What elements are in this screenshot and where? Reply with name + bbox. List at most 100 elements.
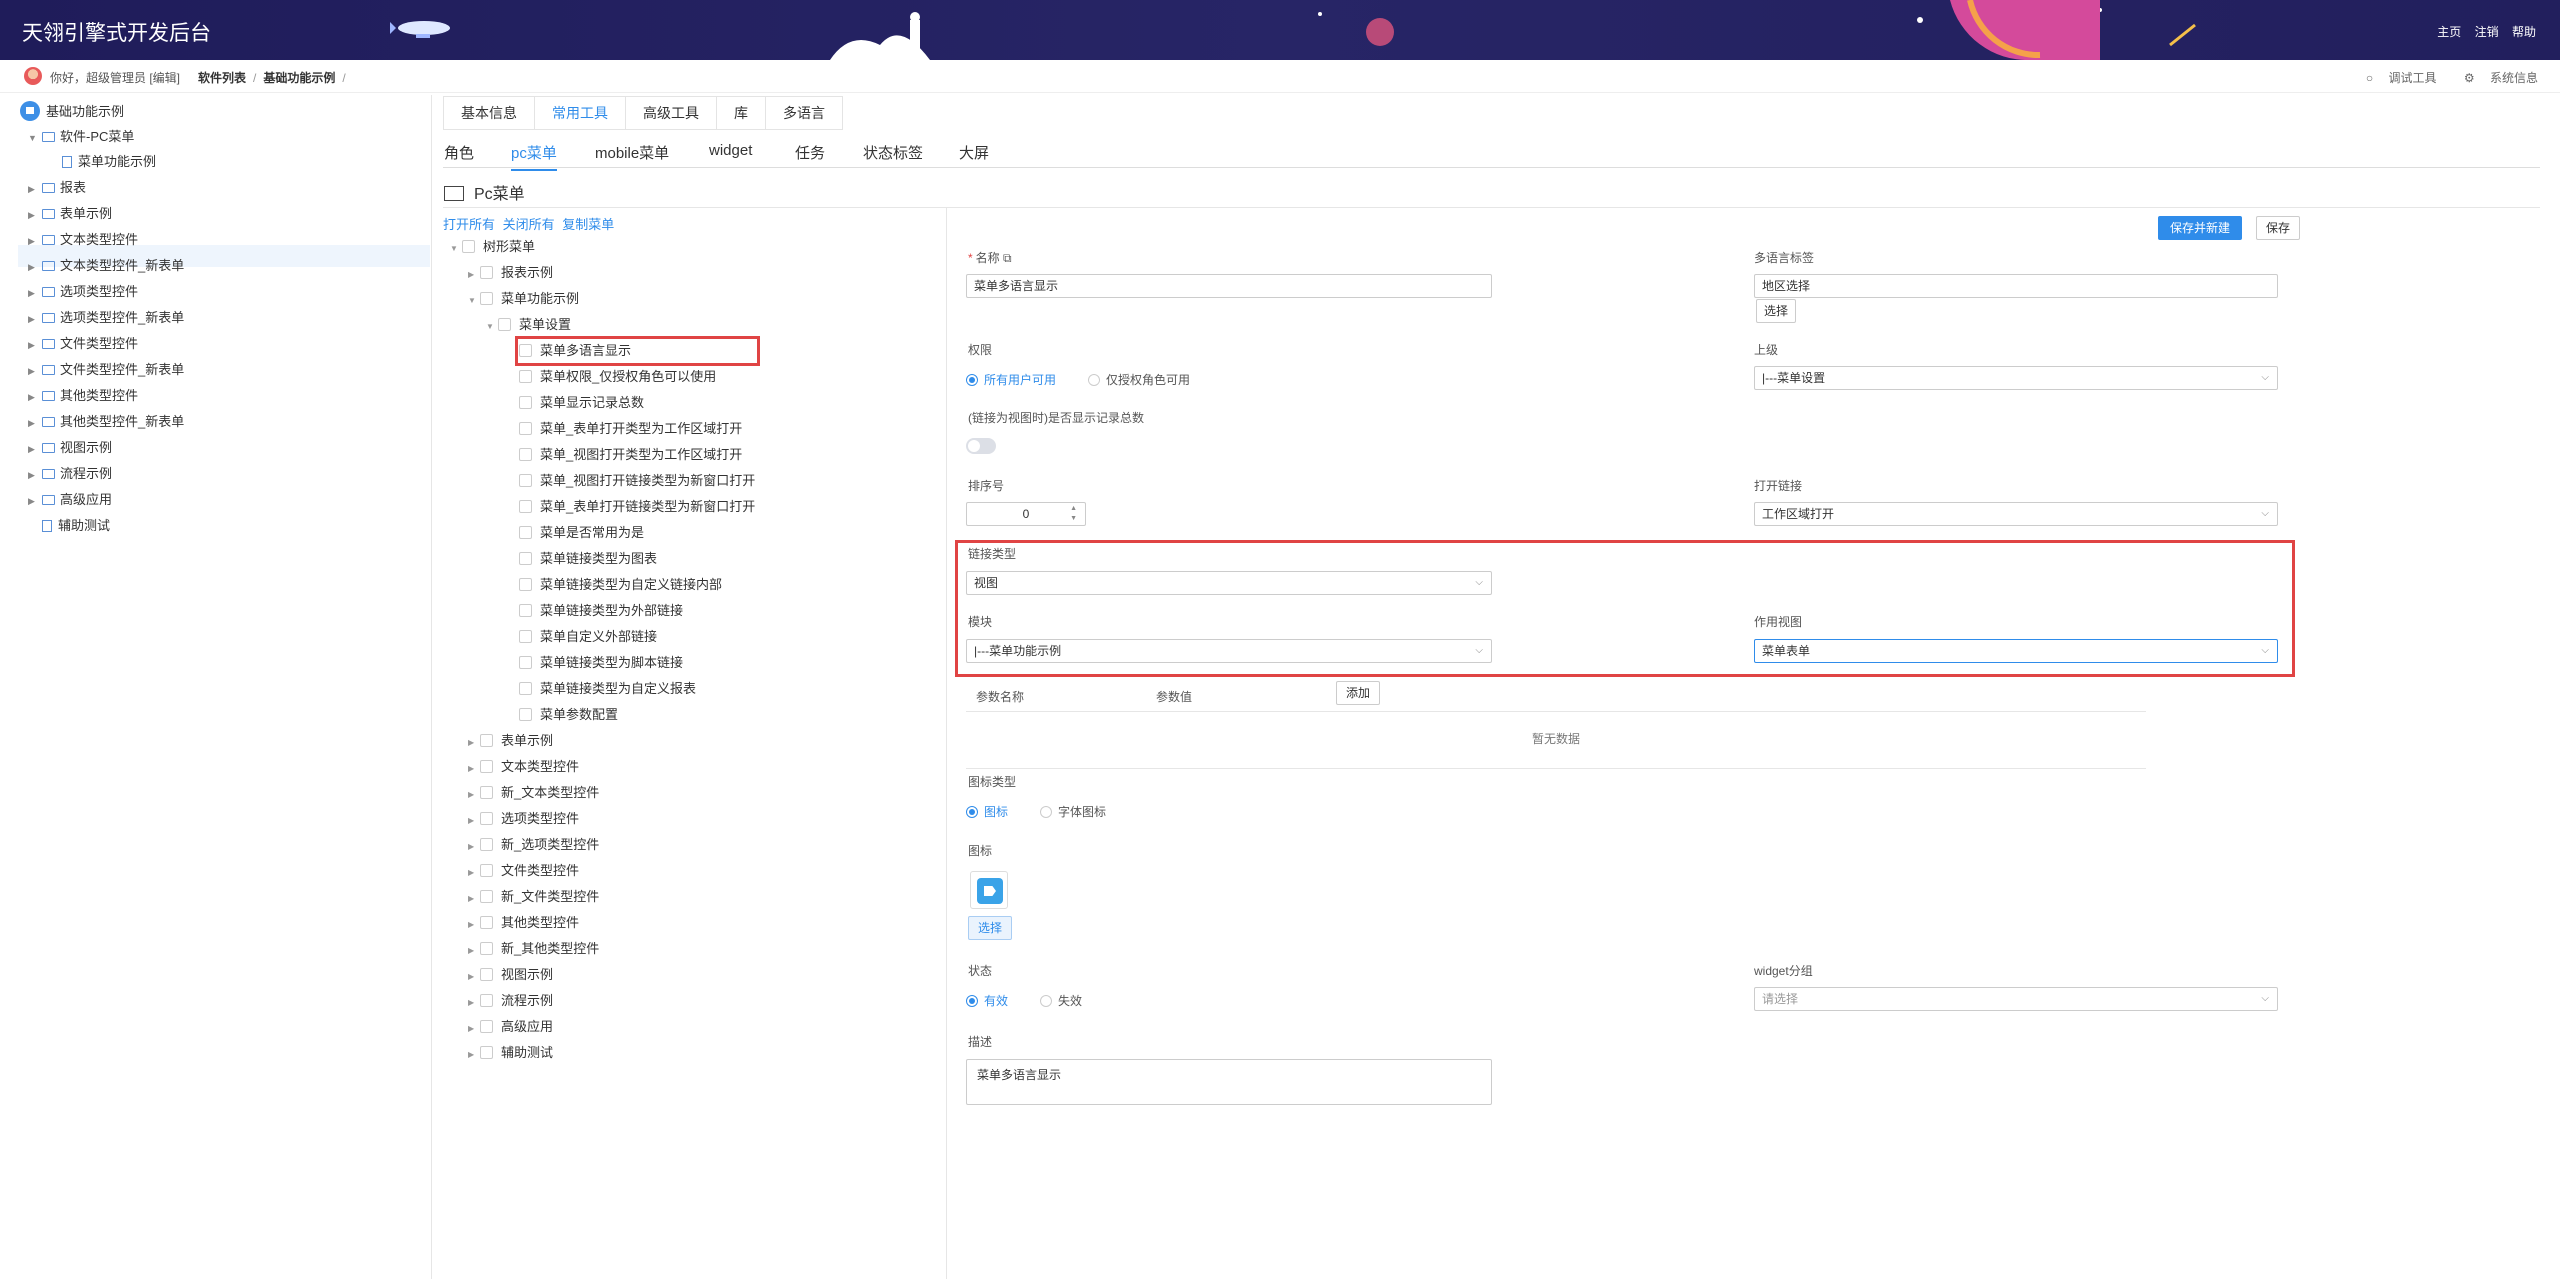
checkbox[interactable] — [498, 318, 511, 331]
tree-item[interactable]: ▶ 其他类型控件 — [28, 385, 138, 407]
checkbox[interactable] — [462, 240, 475, 253]
chevron-right-icon[interactable]: ▶ — [28, 412, 42, 434]
menu-tree-item[interactable]: ▶ 视图示例 — [468, 965, 553, 985]
save-and-new-button[interactable]: 保存并新建 — [2158, 216, 2242, 240]
icon-type-image-radio[interactable]: 图标 — [966, 803, 1008, 820]
checkbox[interactable] — [519, 396, 532, 409]
collapse-all-link[interactable]: 关闭所有 — [503, 217, 555, 232]
chevron-right-icon[interactable]: ▶ — [468, 265, 480, 285]
checkbox[interactable] — [480, 994, 493, 1007]
chevron-right-icon[interactable]: ▶ — [28, 256, 42, 278]
i18n-select-button[interactable]: 选择 — [1756, 299, 1796, 323]
chevron-right-icon[interactable]: ▶ — [468, 889, 480, 909]
chevron-right-icon[interactable]: ▶ — [468, 759, 480, 779]
chevron-right-icon[interactable]: ▶ — [468, 1045, 480, 1065]
checkbox[interactable] — [480, 1046, 493, 1059]
menu-tree-item[interactable]: 菜单_表单打开链接类型为新窗口打开 — [519, 497, 755, 517]
chevron-right-icon[interactable]: ▶ — [468, 993, 480, 1013]
menu-tree-item[interactable]: ▶ 其他类型控件 — [468, 913, 579, 933]
chevron-right-icon[interactable]: ▶ — [28, 282, 42, 304]
name-input[interactable]: 菜单多语言显示 — [966, 274, 1492, 298]
menu-tree-item[interactable]: 菜单链接类型为图表 — [519, 549, 657, 569]
checkbox[interactable] — [480, 916, 493, 929]
tree-item[interactable]: ▶ 文件类型控件_新表单 — [28, 359, 184, 381]
widget-group-select[interactable]: 请选择 ⌵ — [1754, 987, 2278, 1011]
tab-task[interactable]: 任务 — [795, 142, 825, 163]
chevron-right-icon[interactable]: ▶ — [28, 178, 42, 200]
open-link-select[interactable]: 工作区域打开 ⌵ — [1754, 502, 2278, 526]
checkbox[interactable] — [480, 266, 493, 279]
checkbox[interactable] — [480, 890, 493, 903]
perm-all-users-radio[interactable]: 所有用户可用 — [966, 371, 1056, 388]
checkbox[interactable] — [519, 708, 532, 721]
status-valid-radio[interactable]: 有效 — [966, 992, 1008, 1009]
tab-library[interactable]: 库 — [717, 97, 766, 129]
menu-tree-item[interactable]: ▶ 流程示例 — [468, 991, 553, 1011]
checkbox[interactable] — [480, 786, 493, 799]
menu-tree-item[interactable]: 菜单_表单打开类型为工作区域打开 — [519, 419, 742, 439]
tab-mobile-menu[interactable]: mobile菜单 — [595, 142, 669, 163]
chevron-right-icon[interactable]: ▶ — [468, 837, 480, 857]
copy-icon[interactable]: ⧉ — [1003, 251, 1012, 265]
show-count-toggle[interactable] — [966, 438, 996, 454]
chevron-right-icon[interactable]: ▶ — [28, 230, 42, 252]
checkbox[interactable] — [519, 474, 532, 487]
menu-tree-item[interactable]: 菜单显示记录总数 — [519, 393, 644, 413]
menu-tree-item[interactable]: 菜单权限_仅授权角色可以使用 — [519, 367, 716, 387]
menu-tree-item[interactable]: ▶ 选项类型控件 — [468, 809, 579, 829]
status-invalid-radio[interactable]: 失效 — [1040, 992, 1082, 1009]
icon-select-button[interactable]: 选择 — [968, 916, 1012, 940]
system-info-link[interactable]: ⚙ 系统信息 — [2452, 71, 2538, 85]
tree-item[interactable]: 辅助测试 — [42, 515, 110, 537]
menu-tree-item[interactable]: ▶ 辅助测试 — [468, 1043, 553, 1063]
tree-item[interactable]: ▶ 选项类型控件_新表单 — [28, 307, 184, 329]
tree-item[interactable]: ▶ 流程示例 — [28, 463, 112, 485]
stepper-arrows-icon[interactable]: ▲ ▼ — [1070, 504, 1077, 524]
tree-item[interactable]: ▶ 表单示例 — [28, 203, 112, 225]
menu-tree-root[interactable]: ▼ 树形菜单 — [450, 237, 535, 257]
description-textarea[interactable]: 菜单多语言显示 — [966, 1059, 1492, 1105]
tree-item[interactable]: ▶ 视图示例 — [28, 437, 112, 459]
copy-menu-link[interactable]: 复制菜单 — [562, 217, 614, 232]
chevron-right-icon[interactable]: ▶ — [28, 490, 42, 512]
chevron-right-icon[interactable]: ▶ — [28, 204, 42, 226]
checkbox[interactable] — [480, 942, 493, 955]
menu-tree-item[interactable]: ▶ 表单示例 — [468, 731, 553, 751]
chevron-down-icon[interactable]: ▼ — [450, 239, 462, 259]
menu-tree-item[interactable]: ▶ 新_其他类型控件 — [468, 939, 599, 959]
tree-item[interactable]: ▶ 其他类型控件_新表单 — [28, 411, 184, 433]
chevron-right-icon[interactable]: ▶ — [28, 360, 42, 382]
chevron-down-icon[interactable]: ▼ — [28, 127, 42, 149]
tree-item[interactable]: ▶ 报表 — [28, 177, 86, 199]
menu-tree-item[interactable]: 菜单自定义外部链接 — [519, 627, 657, 647]
menu-tree-item[interactable]: 菜单链接类型为脚本链接 — [519, 653, 683, 673]
menu-tree-item[interactable]: ▶ 文本类型控件 — [468, 757, 579, 777]
tab-status-label[interactable]: 状态标签 — [863, 142, 923, 163]
tree-item-selected[interactable]: 菜单功能示例 — [62, 151, 156, 173]
menu-tree-item[interactable]: ▶ 报表示例 — [468, 263, 553, 283]
checkbox[interactable] — [480, 760, 493, 773]
checkbox[interactable] — [480, 734, 493, 747]
chevron-right-icon[interactable]: ▶ — [468, 1019, 480, 1039]
tree-item[interactable]: ▼ 软件-PC菜单 — [28, 126, 134, 148]
menu-tree-item[interactable]: ▼ 菜单设置 — [486, 315, 571, 335]
menu-tree-item[interactable]: 菜单链接类型为自定义报表 — [519, 679, 696, 699]
add-param-button[interactable]: 添加 — [1336, 681, 1380, 705]
logout-link[interactable]: 注销 — [2475, 25, 2499, 39]
menu-tree-item[interactable]: ▶ 新_文件类型控件 — [468, 887, 599, 907]
tree-item[interactable]: ▶ 文本类型控件 — [28, 229, 138, 251]
checkbox[interactable] — [519, 656, 532, 669]
tree-item[interactable]: ▶ 文件类型控件 — [28, 333, 138, 355]
checkbox[interactable] — [519, 422, 532, 435]
tab-widget[interactable]: widget — [709, 142, 752, 159]
chevron-right-icon[interactable]: ▶ — [28, 308, 42, 330]
chevron-right-icon[interactable]: ▶ — [468, 785, 480, 805]
menu-tree-item[interactable]: 菜单是否常用为是 — [519, 523, 644, 543]
menu-tree-item[interactable]: ▼ 菜单功能示例 — [468, 289, 579, 309]
checkbox[interactable] — [519, 500, 532, 513]
tree-item[interactable]: ▶ 选项类型控件 — [28, 281, 138, 303]
order-number-input[interactable]: 0 ▲ ▼ — [966, 502, 1086, 526]
save-button[interactable]: 保存 — [2256, 216, 2300, 240]
perm-authorized-roles-radio[interactable]: 仅授权角色可用 — [1088, 371, 1190, 388]
menu-tree-item[interactable]: 菜单_视图打开链接类型为新窗口打开 — [519, 471, 755, 491]
